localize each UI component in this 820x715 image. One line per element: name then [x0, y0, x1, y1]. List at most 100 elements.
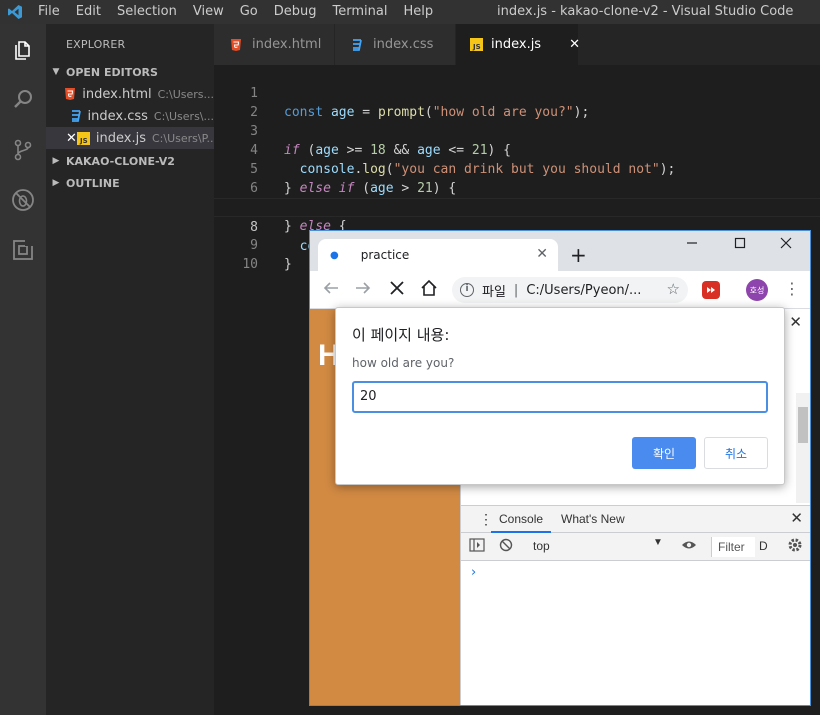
tab-whats-new[interactable]: What's New — [553, 506, 633, 533]
address-bar[interactable]: i 파일 | C:/Users/Pyeon/... ☆ — [452, 277, 688, 303]
code-line: 7 } else { — [214, 179, 820, 234]
extensions-icon[interactable] — [0, 228, 46, 272]
js-file-icon: JS — [470, 37, 483, 53]
menu-edit[interactable]: Edit — [68, 0, 109, 24]
menu-file[interactable]: File — [30, 0, 68, 24]
menu-debug[interactable]: Debug — [266, 0, 325, 24]
close-icon[interactable]: ✕ — [66, 131, 77, 146]
code-line: 2 — [214, 84, 820, 120]
chevron-right-icon: ▶ — [52, 178, 60, 188]
sidebar-toggle-icon[interactable] — [469, 538, 485, 555]
open-editor-item-active[interactable]: ✕ JS index.js C:\Users\P... — [46, 127, 214, 149]
code-line: 1 const age = prompt("how old are you?")… — [214, 65, 820, 120]
open-editor-item[interactable]: index.html C:\Users... — [46, 83, 214, 105]
filter-input[interactable]: Filter — [711, 537, 755, 557]
ok-button[interactable]: 확인 — [632, 437, 696, 469]
explorer-icon[interactable] — [0, 28, 46, 72]
explorer-title: EXPLORER — [66, 38, 126, 51]
scrollbar-thumb[interactable] — [798, 407, 808, 443]
stop-loading-icon[interactable] — [388, 279, 406, 302]
activity-bar — [0, 24, 46, 715]
maximize-icon[interactable] — [734, 237, 746, 253]
address-scheme: 파일 — [482, 284, 506, 300]
close-drawer-icon[interactable]: ✕ — [790, 509, 803, 527]
dialog-input[interactable]: 20 — [352, 381, 768, 413]
browser-tab-title: practice — [360, 248, 410, 262]
explorer-sidebar: EXPLORER ▼ OPEN EDITORS index.html C:\Us… — [46, 24, 214, 715]
back-icon[interactable] — [322, 279, 340, 302]
console-prompt-icon[interactable]: › — [471, 565, 476, 580]
context-select[interactable]: top — [533, 539, 550, 553]
prompt-dialog: 이 페이지 내용: how old are you? 20 확인 취소 — [335, 307, 785, 485]
open-editors-header[interactable]: ▼ OPEN EDITORS — [46, 61, 214, 83]
new-tab-button[interactable]: + — [570, 243, 587, 267]
scrollbar[interactable] — [796, 393, 810, 503]
code-line: 5 } else if (age > 21) { — [214, 141, 820, 196]
code-text: } — [284, 257, 292, 272]
chevron-down-icon: ▼ — [52, 67, 60, 77]
info-icon[interactable]: i — [460, 283, 474, 297]
eye-icon[interactable] — [681, 538, 697, 555]
window-title: index.js - kakao-clone-v2 - Visual Studi… — [497, 4, 794, 19]
code-line-current: 8 console.log("too young"); — [214, 198, 820, 254]
search-icon[interactable] — [0, 78, 46, 122]
close-window-icon[interactable] — [780, 237, 792, 253]
browser-tab[interactable]: ● practice ✕ — [318, 239, 558, 271]
vscode-logo-icon — [0, 0, 30, 24]
tab-label: index.html — [252, 37, 322, 52]
code-line: 3 if (age >= 18 && age <= 21) { — [214, 103, 820, 158]
svg-text:JS: JS — [79, 137, 88, 145]
open-editor-path: C:\Users... — [157, 87, 214, 101]
bookmark-star-icon[interactable]: ☆ — [667, 280, 680, 298]
outline-header[interactable]: ▶ OUTLINE — [46, 172, 214, 194]
settings-gear-icon[interactable] — [787, 537, 803, 556]
outline-label: OUTLINE — [66, 176, 120, 190]
loading-icon: ● — [330, 249, 339, 261]
debug-icon[interactable] — [0, 178, 46, 222]
address-url: C:/Users/Pyeon/... — [526, 282, 642, 298]
home-icon[interactable] — [420, 279, 438, 302]
open-editor-item[interactable]: index.css C:\Users\... — [46, 105, 214, 127]
open-editor-path: C:\Users\P... — [152, 131, 214, 145]
chevron-down-icon[interactable]: ▼ — [653, 537, 663, 548]
menu-help[interactable]: Help — [395, 0, 441, 24]
menu-terminal[interactable]: Terminal — [325, 0, 396, 24]
css-file-icon — [70, 108, 82, 124]
cancel-button[interactable]: 취소 — [704, 437, 768, 469]
dialog-title: 이 페이지 내용: — [352, 326, 450, 344]
console-toolbar: top ▼ Filter D — [461, 533, 810, 561]
source-control-icon[interactable] — [0, 128, 46, 172]
tab-index-css[interactable]: index.css — [335, 24, 455, 65]
html-file-icon — [64, 86, 76, 102]
open-editor-name: index.css — [87, 108, 148, 124]
html-file-icon — [228, 37, 244, 53]
tab-console[interactable]: Console — [491, 506, 552, 533]
browser-toolbar: i 파일 | C:/Users/Pyeon/... ☆ 호성 ⋮ — [310, 271, 810, 309]
forward-icon[interactable] — [354, 279, 372, 302]
css-file-icon — [349, 37, 365, 53]
menu-view[interactable]: View — [185, 0, 232, 24]
chevron-right-icon: ▶ — [52, 156, 60, 166]
menu-go[interactable]: Go — [232, 0, 266, 24]
close-icon[interactable]: ✕ — [789, 313, 802, 331]
profile-avatar[interactable]: 호성 — [746, 279, 768, 301]
tab-label: index.js — [491, 37, 542, 52]
menu-selection[interactable]: Selection — [109, 0, 185, 24]
extension-icon[interactable] — [702, 281, 720, 299]
devtools-drawer-tabs: ⋮ Console What's New ✕ — [461, 505, 810, 533]
code-line: 6 console.log("go ahead"); — [214, 160, 820, 215]
title-bar: File Edit Selection View Go Debug Termin… — [0, 0, 820, 24]
more-menu-icon[interactable]: ⋮ — [784, 279, 800, 298]
clear-console-icon[interactable] — [499, 538, 513, 555]
log-levels-select[interactable]: D — [759, 539, 768, 553]
tab-index-html[interactable]: index.html — [214, 24, 334, 65]
code-line: 4 console.log("you can drink but you sho… — [214, 122, 820, 177]
close-icon[interactable]: ✕ — [569, 37, 580, 52]
minimize-icon[interactable] — [686, 237, 698, 253]
project-folder-header[interactable]: ▶ KAKAO-CLONE-V2 — [46, 150, 214, 172]
open-editor-name: index.js — [95, 130, 146, 146]
address-separator: | — [513, 282, 519, 298]
tab-index-js[interactable]: JS index.js ✕ — [456, 24, 580, 65]
open-editors-label: OPEN EDITORS — [66, 65, 158, 79]
tab-close-icon[interactable]: ✕ — [536, 246, 548, 262]
